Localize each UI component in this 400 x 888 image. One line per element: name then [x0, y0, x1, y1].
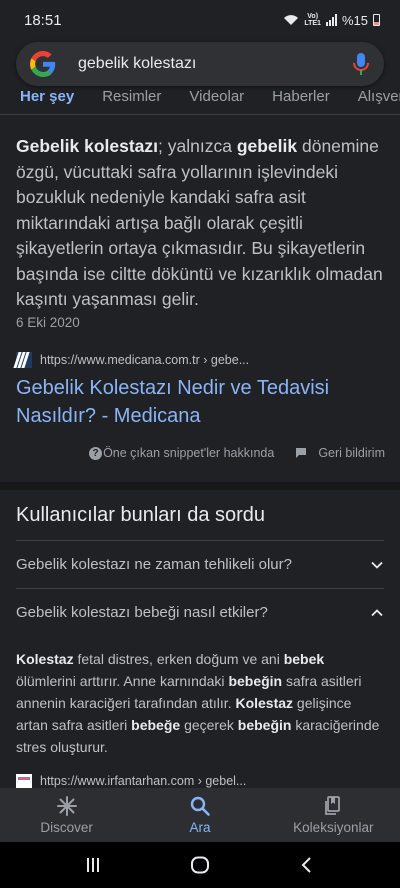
section-separator: [0, 482, 400, 490]
answer-text-segment: bebeğin: [237, 717, 292, 733]
paa-question-2[interactable]: Gebelik kolestazı bebeği nasıl etkiler?: [16, 588, 384, 636]
featured-snippet-text: Gebelik kolestazı; yalnızca gebelik döne…: [16, 134, 384, 313]
status-icons: Vo) LTE1 %15: [283, 13, 380, 28]
signal-icon: [325, 14, 337, 26]
paa-question-label: Gebelik kolestazı bebeği nasıl etkiler?: [16, 604, 268, 621]
snippet-text-segment: dönemine özgü, vücuttaki safra yollarını…: [16, 136, 383, 309]
answer-text-segment: bebeğin: [228, 673, 283, 689]
answer-text-segment: bebek: [283, 651, 325, 667]
nav-collections-label: Koleksiyonlar: [293, 820, 374, 835]
search-tabs: Her şey Resimler Videolar Haberler Alışv…: [0, 86, 400, 114]
feedback-label: Geri bildirim: [318, 446, 385, 460]
chevron-down-icon: [371, 561, 383, 569]
back-icon[interactable]: [297, 855, 317, 875]
search-input[interactable]: gebelik kolestazı: [78, 55, 352, 73]
system-navigation: [0, 842, 400, 888]
nav-search[interactable]: Ara: [133, 788, 266, 842]
result-url[interactable]: https://www.medicana.com.tr › gebe...: [40, 353, 249, 367]
question-icon: ?: [89, 446, 103, 460]
nav-discover[interactable]: Discover: [0, 788, 133, 842]
network-indicator: Vo) LTE1: [304, 13, 321, 27]
battery-icon: [373, 14, 380, 26]
answer-source-url[interactable]: https://www.irfantarhan.com › gebel...: [40, 774, 246, 788]
snippet-text-segment: gebelik: [236, 136, 298, 156]
bottom-navigation: Discover Ara Koleksiyonlar: [0, 788, 400, 842]
recent-apps-icon[interactable]: [83, 855, 103, 875]
tab-videos[interactable]: Videolar: [189, 86, 244, 114]
home-icon[interactable]: [190, 855, 210, 875]
flag-icon: [296, 447, 307, 458]
answer-text-segment: Kolestaz: [235, 695, 294, 711]
snippet-text-segment: Gebelik kolestazı: [16, 136, 159, 156]
microphone-icon[interactable]: [352, 52, 370, 76]
paa-answer-text: Kolestaz fetal distres, erken doğum ve a…: [16, 648, 384, 758]
asterisk-icon: [56, 796, 77, 816]
paa-title: Kullanıcılar bunları da sordu: [16, 504, 266, 526]
status-time: 18:51: [24, 11, 62, 29]
feedback-link[interactable]: Geri bildirim: [296, 446, 385, 460]
answer-text-segment: fetal distres, erken doğum ve ani: [73, 651, 284, 667]
irfantarhan-favicon-icon: [16, 774, 32, 788]
result-source[interactable]: https://www.medicana.com.tr › gebe...: [13, 352, 249, 368]
tab-all[interactable]: Her şey: [20, 86, 74, 114]
google-logo-icon: [30, 51, 56, 77]
about-snippets-label: Öne çıkan snippet'ler hakkında: [103, 446, 275, 460]
snippet-date: 6 Eki 2020: [16, 315, 80, 330]
paa-question-1[interactable]: Gebelik kolestazı ne zaman tehlikeli olu…: [16, 540, 384, 588]
answer-text-segment: bebeğe: [131, 717, 181, 733]
search-icon: [190, 796, 210, 816]
battery-percent: %15: [341, 12, 368, 28]
snippet-text-segment: ; yalnızca: [158, 136, 237, 156]
status-bar: 18:51 Vo) LTE1 %15: [0, 0, 400, 40]
nav-collections[interactable]: Koleksiyonlar: [267, 788, 400, 842]
medicana-favicon-icon: [13, 352, 32, 368]
paa-question-label: Gebelik kolestazı ne zaman tehlikeli olu…: [16, 556, 292, 573]
answer-text-segment: Kolestaz: [16, 651, 74, 667]
nav-search-label: Ara: [189, 820, 211, 835]
tab-images[interactable]: Resimler: [102, 86, 161, 114]
search-bar[interactable]: gebelik kolestazı: [16, 42, 384, 86]
snippet-feedback-row: ? Öne çıkan snippet'ler hakkında Geri bi…: [0, 446, 400, 460]
network-bottom-label: LTE1: [304, 20, 321, 27]
about-snippets-link[interactable]: ? Öne çıkan snippet'ler hakkında: [89, 446, 274, 460]
tab-news[interactable]: Haberler: [272, 86, 330, 114]
network-top-label: Vo): [307, 13, 319, 20]
answer-source[interactable]: https://www.irfantarhan.com › gebel...: [16, 774, 246, 788]
nav-discover-label: Discover: [40, 820, 93, 835]
result-title-link[interactable]: Gebelik Kolestazı Nedir ve Tedavisi Nası…: [16, 374, 384, 430]
chevron-up-icon: [371, 608, 383, 616]
wifi-icon: [284, 15, 299, 25]
tabs-divider: [0, 114, 400, 115]
tab-shopping[interactable]: Alışveriş: [358, 86, 400, 114]
answer-text-segment: geçerek: [180, 717, 238, 733]
collections-icon: [325, 796, 341, 815]
answer-text-segment: ölümlerini arttırır. Anne karnındaki: [16, 673, 229, 689]
